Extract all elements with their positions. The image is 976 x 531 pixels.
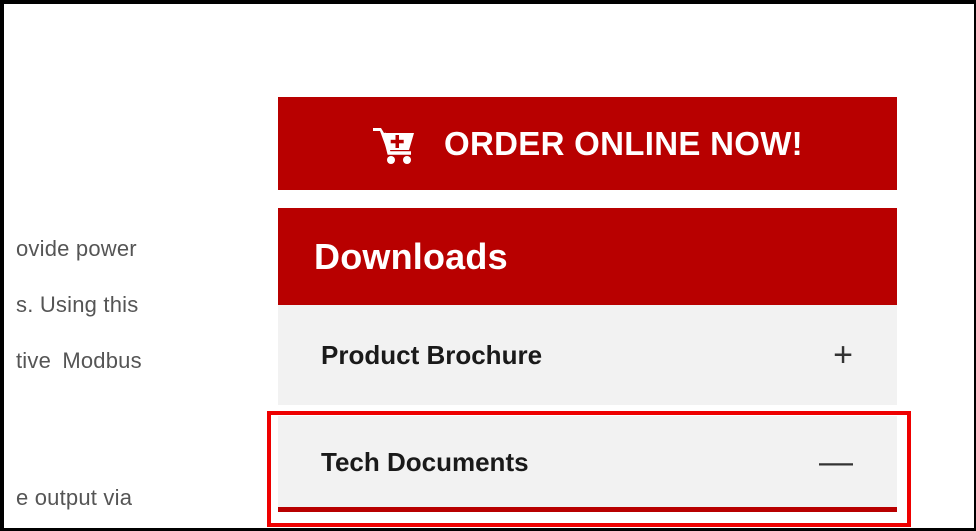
accordion-item-label: Tech Documents xyxy=(321,447,529,477)
body-text-line: ovide power xyxy=(16,236,137,261)
downloads-title: Downloads xyxy=(314,236,508,277)
downloads-header: Downloads xyxy=(278,208,897,305)
order-online-button[interactable]: ORDER ONLINE NOW! xyxy=(278,97,897,190)
order-button-label: ORDER ONLINE NOW! xyxy=(444,124,803,162)
accordion-item-product-brochure[interactable]: Product Brochure + xyxy=(278,305,897,405)
minus-icon[interactable]: — xyxy=(819,445,853,479)
accordion-item-tech-documents[interactable]: Tech Documents — xyxy=(278,416,897,512)
accordion-item-label: Product Brochure xyxy=(321,340,543,370)
body-text-line: tive Modbus xyxy=(16,348,142,373)
page-frame: ovide power s. Using this tive Modbus e … xyxy=(0,0,976,531)
plus-icon[interactable]: + xyxy=(833,338,853,372)
body-text-line: e output via xyxy=(16,485,133,510)
cart-plus-icon xyxy=(373,127,415,164)
body-text-line: s. Using this xyxy=(16,292,139,317)
